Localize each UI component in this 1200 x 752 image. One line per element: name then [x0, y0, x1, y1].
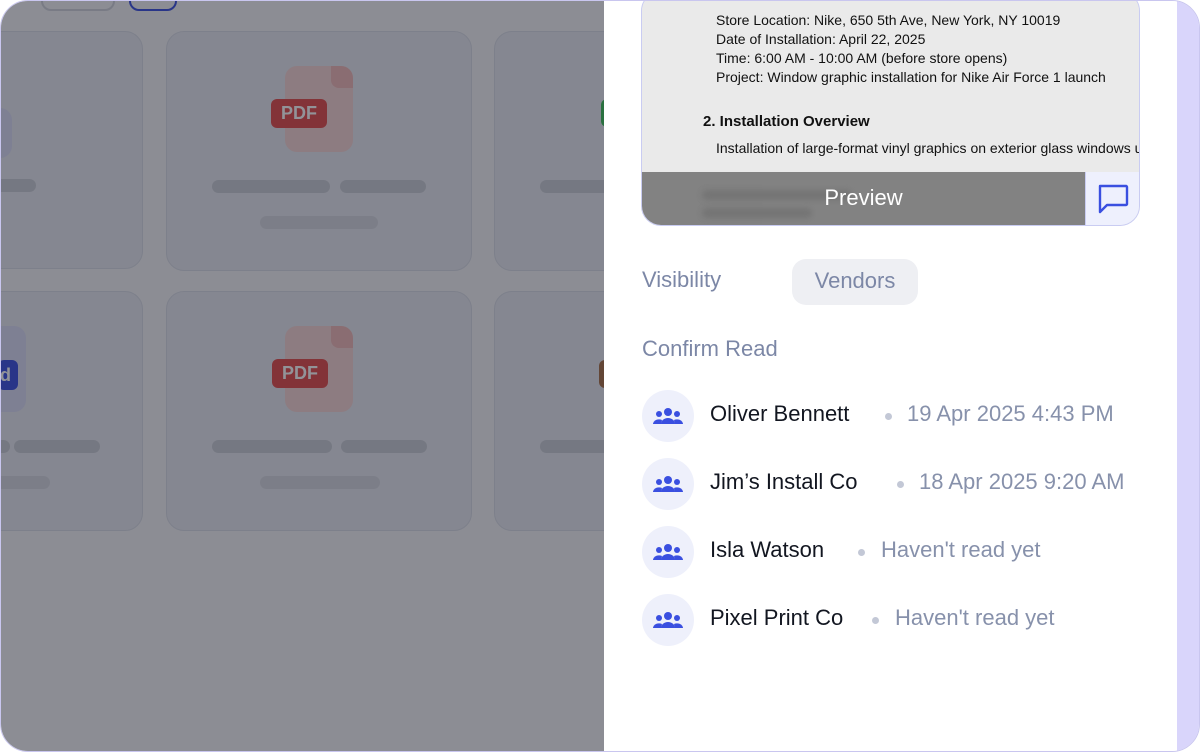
reader-name: Jim’s Install Co [710, 469, 858, 494]
panel-edge [1177, 1, 1199, 751]
document-preview: Store Location: Nike, 650 5th Ave, New Y… [642, 1, 1140, 172]
visibility-label: Visibility [642, 267, 722, 292]
document-line: Installation of large-format vinyl graph… [716, 140, 1140, 156]
preview-label: Preview [824, 185, 903, 210]
app-frame: PDF d PDF Store Location: Nike, 650 5th … [0, 0, 1200, 752]
document-section-heading: 2. Installation Overview [703, 113, 870, 130]
preview-button[interactable]: Preview [642, 172, 1085, 225]
read-status: Haven't read yet [881, 537, 1041, 562]
document-line: Project: Window graphic installation for… [716, 69, 1106, 85]
separator-dot [897, 481, 904, 488]
avatar [642, 390, 694, 442]
reader-row: Jim’s Install Co 18 Apr 2025 9:20 AM [642, 458, 1142, 510]
document-line: Store Location: Nike, 650 5th Ave, New Y… [716, 12, 1061, 28]
document-preview-card[interactable]: Store Location: Nike, 650 5th Ave, New Y… [641, 1, 1140, 226]
comment-icon [1098, 184, 1129, 214]
modal-backdrop[interactable] [1, 1, 604, 751]
visibility-chip[interactable]: Vendors [792, 259, 918, 305]
reader-name: Pixel Print Co [710, 605, 844, 630]
reader-name: Oliver Bennett [710, 401, 850, 426]
read-timestamp: 18 Apr 2025 9:20 AM [919, 469, 1125, 494]
document-line: Date of Installation: April 22, 2025 [716, 31, 926, 47]
reader-row: Pixel Print Co Haven't read yet [642, 594, 1142, 646]
comment-button[interactable] [1085, 172, 1139, 225]
document-line: Time: 6:00 AM - 10:00 AM (before store o… [716, 50, 1008, 66]
confirm-read-title: Confirm Read [642, 336, 778, 361]
reader-name: Isla Watson [710, 537, 825, 562]
avatar [642, 594, 694, 646]
read-status: Haven't read yet [895, 605, 1055, 630]
reader-row: Oliver Bennett 19 Apr 2025 4:43 PM [642, 390, 1142, 442]
avatar [642, 458, 694, 510]
group-icon [653, 476, 683, 492]
group-icon [653, 544, 683, 560]
separator-dot [885, 413, 892, 420]
group-icon [653, 612, 683, 628]
reader-row: Isla Watson Haven't read yet [642, 526, 1142, 578]
avatar [642, 526, 694, 578]
separator-dot [872, 617, 879, 624]
read-timestamp: 19 Apr 2025 4:43 PM [907, 401, 1114, 426]
separator-dot [858, 549, 865, 556]
group-icon [653, 408, 683, 424]
